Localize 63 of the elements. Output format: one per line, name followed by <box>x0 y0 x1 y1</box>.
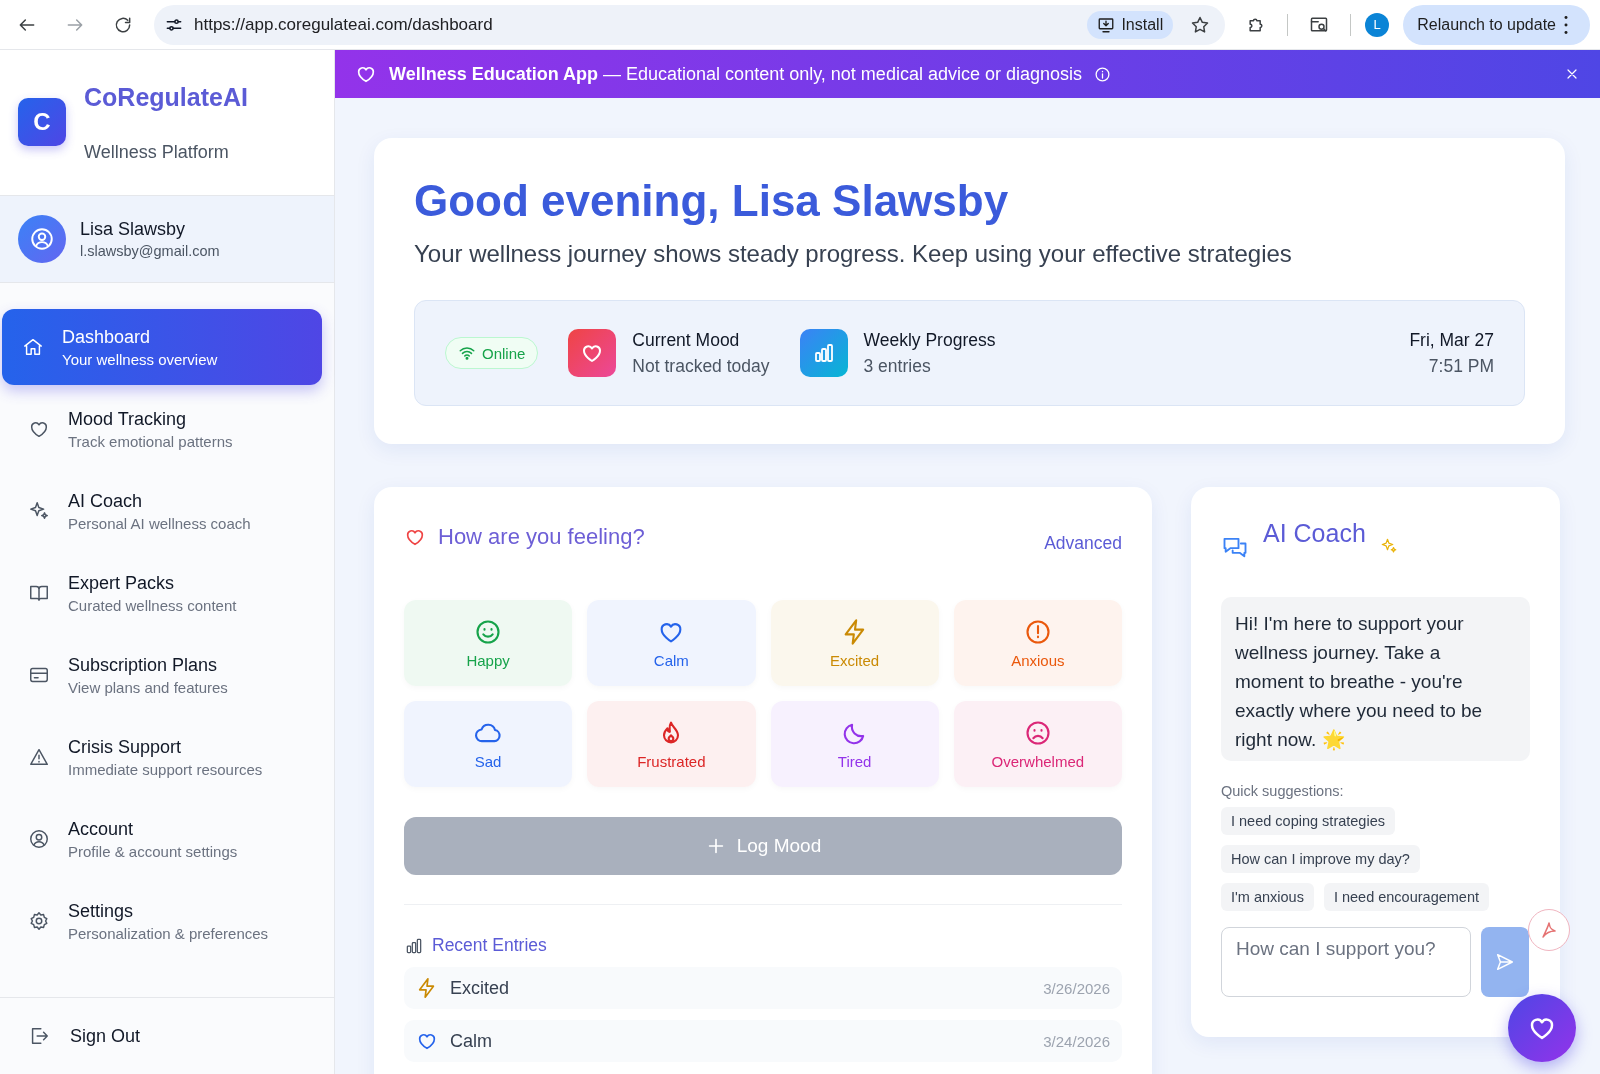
section-title: Recent Entries <box>432 935 547 956</box>
home-icon <box>22 336 44 358</box>
nav-item[interactable]: Crisis Support Immediate support resources <box>2 719 322 795</box>
date-text: Fri, Mar 27 <box>1409 329 1494 351</box>
stat-value: Not tracked today <box>632 355 770 377</box>
suggestion-chip[interactable]: How can I improve my day? <box>1221 845 1420 873</box>
sign-out-button[interactable]: Sign Out <box>70 1025 141 1047</box>
more-icon <box>1564 15 1568 34</box>
entry-date: 3/24/2026 <box>1043 1032 1110 1050</box>
nav-item[interactable]: Expert Packs Curated wellness content <box>2 555 322 631</box>
user-icon <box>29 226 55 252</box>
wifi-icon <box>458 344 476 362</box>
stat-label: Weekly Progress <box>863 329 996 351</box>
settings-icon <box>28 910 50 932</box>
sparkles-icon <box>28 500 50 522</box>
card-title: AI Coach <box>1263 519 1366 548</box>
nav-item[interactable]: Dashboard Your wellness overview <box>2 309 322 385</box>
send-icon <box>1494 951 1516 973</box>
suggestion-chip[interactable]: I need encouragement <box>1323 883 1489 911</box>
user-email: l.slawsby@gmail.com <box>80 243 220 259</box>
card-title: How are you feeling? <box>438 523 645 550</box>
mood-option[interactable]: Frustrated <box>587 701 756 787</box>
install-button[interactable]: Install <box>1087 10 1174 39</box>
time-text: 7:51 PM <box>1427 355 1494 377</box>
app-tagline: Wellness Platform <box>84 141 230 163</box>
app-logo: C <box>18 98 66 146</box>
suggestion-chip[interactable]: I'm anxious <box>1221 883 1314 911</box>
info-icon <box>1094 65 1111 83</box>
nav-item[interactable]: Account Profile & account settings <box>2 801 322 877</box>
app-name: CoRegulateAI <box>84 82 248 112</box>
star-icon <box>1190 14 1211 35</box>
nav-item[interactable]: Settings Personalization & preferences <box>2 883 322 959</box>
mood-option[interactable]: Overwhelmed <box>953 701 1122 787</box>
greeting-subtitle: Your wellness journey shows steady progress. Keep using your effective strategies <box>414 240 1293 268</box>
greeting-title: Good evening, Lisa Slawsby <box>414 176 1010 226</box>
entry-date: 3/26/2026 <box>1043 979 1110 997</box>
entry-label: Excited <box>450 977 510 999</box>
advanced-link[interactable]: Advanced <box>1044 533 1122 554</box>
user-name: Lisa Slawsby <box>80 219 187 240</box>
mood-option[interactable]: Calm <box>587 600 756 686</box>
message-input[interactable]: How can I support you? <box>1221 927 1471 997</box>
warning-icon <box>28 746 50 768</box>
stat-label: Current Mood <box>632 329 741 351</box>
address-bar[interactable]: https://app.coregulateai.com/dashboard Install <box>154 4 1226 45</box>
sparkles-icon <box>1379 537 1398 555</box>
url-text: https://app.coregulateai.com/dashboard <box>194 14 494 35</box>
nav-item[interactable]: Subscription Plans View plans and features <box>2 637 322 713</box>
user-icon <box>28 828 50 850</box>
mood-option[interactable]: Sad <box>404 701 573 787</box>
relaunch-button[interactable]: Relaunch to update <box>1403 4 1590 45</box>
nav-item[interactable]: AI Coach Personal AI wellness coach <box>2 473 322 549</box>
banner-text: Wellness Education App — Educational content only, not medical advice or diagnosis <box>389 63 1082 85</box>
profile-avatar[interactable]: L <box>1365 12 1390 37</box>
floating-heart-button[interactable] <box>1508 994 1576 1062</box>
install-icon <box>1097 15 1116 34</box>
chat-message: Hi! I'm here to support your wellness journey. Take a moment to breathe - you're exactly where you need to be right now. 🌟 <box>1221 597 1530 761</box>
suggestions-label: Quick suggestions: <box>1221 783 1345 799</box>
stat-value: 3 entries <box>863 355 932 377</box>
entry-label: Calm <box>450 1030 492 1052</box>
suggestion-chip[interactable]: I need coping strategies <box>1221 807 1395 835</box>
mood-option[interactable]: Tired <box>770 701 939 787</box>
online-label: Online <box>482 344 526 362</box>
nav-item[interactable]: Mood Tracking Track emotional patterns <box>2 391 322 467</box>
